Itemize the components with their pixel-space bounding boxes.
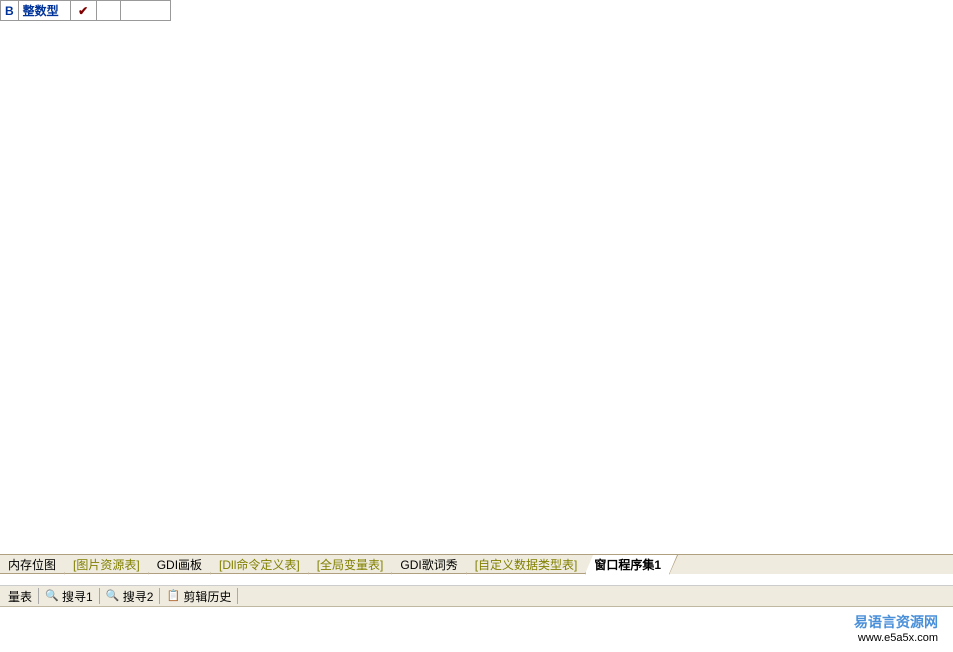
bottom-toolbar: 量表 🔍 搜寻1 🔍 搜寻2 📋 剪辑历史 [0,585,953,607]
tab-memory-bitmap[interactable]: 内存位图 [0,555,65,574]
tab-image-resource[interactable]: [图片资源表] [65,555,149,574]
tab-label: 窗口程序集1 [594,556,661,573]
search-icon: 🔍 [45,589,59,603]
watermark-url: www.e5a5x.com [854,632,938,644]
bottom-strip [0,608,953,652]
toolbar-clipboard-history[interactable]: 📋 剪辑历史 [160,588,238,604]
tab-label: GDI歌词秀 [400,556,457,573]
toolbar-label: 搜寻2 [123,588,154,605]
tab-label: GDI画板 [157,556,202,573]
editor-area [0,21,953,561]
toolbar-search2[interactable]: 🔍 搜寻2 [100,588,161,604]
cell-empty[interactable] [120,1,170,21]
tab-global-vars[interactable]: [全局变量表] [309,555,393,574]
watermark-title: 易语言资源网 [854,612,938,632]
tab-custom-types[interactable]: [自定义数据类型表] [467,555,587,574]
watermark: 易语言资源网 www.e5a5x.com [854,612,938,644]
table-row: B 整数型 ✔ [1,1,171,21]
tab-label: [Dll命令定义表] [219,556,300,573]
toolbar-search1[interactable]: 🔍 搜寻1 [39,588,100,604]
tab-label: 内存位图 [8,556,56,573]
tab-gdi-canvas[interactable]: GDI画板 [149,555,211,574]
cell-type[interactable]: 整数型 [18,1,70,21]
toolbar-label: 量表 [8,588,32,605]
tab-gdi-lyrics[interactable]: GDI歌词秀 [392,555,466,574]
tab-label: [自定义数据类型表] [475,556,578,573]
tab-label: [全局变量表] [317,556,384,573]
tabs-bar: 内存位图 [图片资源表] GDI画板 [Dll命令定义表] [全局变量表] GD… [0,554,953,574]
clipboard-icon: 📋 [166,589,180,603]
search-icon: 🔍 [106,589,120,603]
cell-name[interactable]: B [1,1,19,21]
tab-window-assembly[interactable]: 窗口程序集1 [586,555,670,574]
cell-check[interactable]: ✔ [70,1,96,21]
tab-dll-commands[interactable]: [Dll命令定义表] [211,555,309,574]
toolbar-label: 剪辑历史 [183,588,231,605]
toolbar-table[interactable]: 量表 [2,588,39,604]
tab-label: [图片资源表] [73,556,140,573]
data-table-fragment: B 整数型 ✔ [0,0,171,21]
toolbar-label: 搜寻1 [62,588,93,605]
cell-empty[interactable] [96,1,120,21]
